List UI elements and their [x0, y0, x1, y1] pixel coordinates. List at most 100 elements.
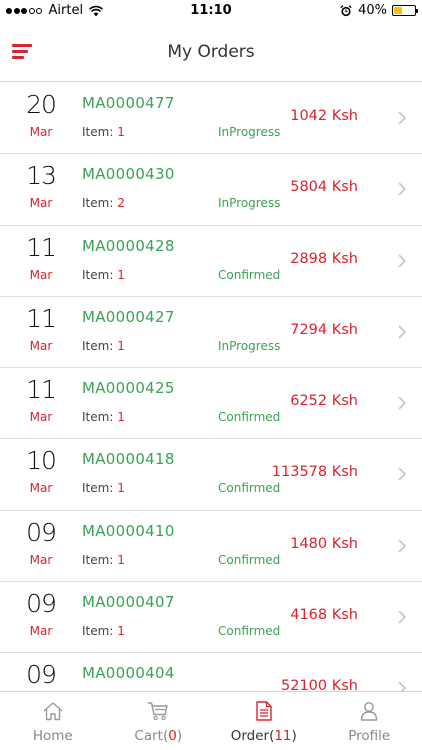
order-status: Confirmed — [218, 624, 281, 639]
tab-home[interactable]: Home — [0, 692, 106, 750]
order-month: Mar — [29, 552, 53, 567]
order-day: 11 — [26, 303, 57, 333]
status-right: 40% — [340, 3, 418, 18]
chevron-right-icon — [398, 254, 406, 268]
chevron-right-icon — [398, 610, 406, 624]
chevron-right-icon — [398, 681, 406, 691]
order-row[interactable]: 09 Mar MA0000410 Item: 1 Confirmed 1480 Ksh — [0, 511, 422, 583]
alarm-icon — [340, 4, 352, 16]
chevron-right-icon — [398, 467, 406, 482]
order-amount: 1042 Ksh — [290, 108, 358, 124]
order-month: Mar — [29, 338, 53, 353]
chevron-right-icon — [398, 182, 406, 196]
order-row[interactable]: 09MarMA000040452100 Ksh — [0, 653, 422, 691]
order-status: Confirmed — [218, 267, 281, 282]
tab-bar: Home Cart(0) Order(11) Profile — [0, 691, 422, 750]
order-day: 13 — [26, 161, 57, 191]
order-item-info: Item: 1 — [82, 624, 125, 638]
order-item-info: Item: 1 — [82, 339, 125, 353]
order-day: 09 — [26, 589, 57, 619]
order-id: MA0000410 — [82, 521, 175, 540]
order-month: Mar — [29, 410, 53, 425]
order-item-info: Item: 1 — [82, 553, 125, 567]
order-status: InProgress — [218, 125, 281, 139]
order-amount: 4168 Ksh — [290, 607, 358, 624]
order-day: 09 — [26, 660, 57, 690]
tab-home-label: Home — [32, 728, 73, 744]
order-row[interactable]: 20 Mar MA0000477 Item: 1 InProgress 1042 Ksh — [0, 83, 422, 155]
item-label: Item: — [82, 410, 114, 425]
order-amount: 5804 Ksh — [290, 179, 358, 196]
order-item-info: Item: 1 — [82, 125, 125, 139]
tab-profile[interactable]: Profile — [317, 692, 422, 750]
tab-order[interactable]: Order(11) — [211, 692, 317, 750]
item-label: Item: — [82, 125, 114, 139]
item-label: Item: — [82, 196, 114, 211]
order-row[interactable]: 11 Mar MA0000428 Item: 1 Confirmed 2898 Ksh — [0, 226, 422, 297]
chevron-right-icon — [398, 396, 406, 410]
item-label: Item: — [82, 338, 114, 353]
order-amount: 2898 Ksh — [290, 250, 358, 267]
page-title: My Orders — [167, 42, 255, 62]
item-count: 1 — [117, 125, 125, 139]
order-day: 09 — [26, 517, 57, 547]
order-id: MA0000407 — [82, 593, 175, 612]
order-document-icon — [256, 701, 272, 721]
battery-percent: 40% — [358, 3, 387, 18]
tab-cart-label: Cart(0) — [134, 728, 183, 744]
item-label: Item: — [82, 481, 114, 496]
order-month: Mar — [29, 267, 53, 282]
item-label: Item: — [82, 624, 114, 639]
item-count: 1 — [117, 410, 125, 425]
order-day: 20 — [26, 90, 57, 119]
order-amount: 7294 Ksh — [290, 321, 358, 338]
order-amount: 113578 Ksh — [271, 464, 358, 481]
order-status: InProgress — [218, 338, 281, 353]
item-label: Item: — [82, 267, 114, 282]
tab-cart[interactable]: Cart(0) — [106, 692, 212, 750]
order-month: Mar — [29, 196, 53, 211]
order-amount: 52100 Ksh — [281, 678, 358, 691]
order-status: Confirmed — [218, 552, 281, 567]
order-day: 11 — [26, 375, 57, 405]
chevron-right-icon — [398, 111, 406, 125]
chevron-right-icon — [398, 325, 406, 339]
order-row[interactable]: 09 Mar MA0000407 Item: 1 Confirmed 4168 Ksh — [0, 582, 422, 654]
order-amount: 1480 Ksh — [290, 535, 358, 552]
order-id: MA0000428 — [82, 236, 175, 255]
navigation-bar: My Orders — [0, 22, 422, 82]
chevron-right-icon — [398, 539, 406, 553]
item-count: 1 — [117, 552, 125, 567]
item-count: 1 — [117, 267, 125, 282]
order-day: 10 — [26, 446, 57, 476]
order-row[interactable]: 11 Mar MA0000427 Item: 1 InProgress 7294 Ksh — [0, 297, 422, 369]
battery-icon — [392, 5, 418, 16]
orders-list[interactable]: 20 Mar MA0000477 Item: 1 InProgress 1042 Ksh 1… — [0, 83, 422, 691]
order-row[interactable]: 11 Mar MA0000425 Item: 1 Confirmed 6252 Ksh — [0, 368, 422, 440]
order-item-info: Item: 1 — [82, 268, 125, 282]
item-label: Item: — [82, 552, 114, 567]
order-id: MA0000418 — [82, 450, 175, 469]
order-item-info: Item: 1 — [82, 481, 125, 495]
order-id: MA0000427 — [82, 307, 175, 326]
order-item-info: Item: 1 — [82, 410, 125, 424]
order-day: 11 — [26, 232, 57, 262]
tab-order-label: Order(11) — [230, 728, 297, 744]
cart-icon — [148, 702, 168, 721]
profile-icon — [361, 702, 378, 721]
order-row[interactable]: 13 Mar MA0000430 Item: 2 InProgress 5804 Ksh — [0, 154, 422, 226]
tab-profile-label: Profile — [348, 728, 391, 744]
item-count: 1 — [117, 481, 125, 496]
home-icon — [43, 702, 63, 721]
item-count: 1 — [117, 624, 125, 639]
cart-count: 0 — [168, 728, 177, 744]
order-count: 11 — [274, 728, 292, 744]
order-status: Confirmed — [218, 410, 281, 425]
status-bar: Airtel 11:10 40% — [0, 0, 422, 22]
order-row[interactable]: 10 Mar MA0000418 Item: 1 Confirmed 113578 Ksh — [0, 439, 422, 511]
order-month: Mar — [29, 481, 53, 496]
order-status: InProgress — [218, 196, 281, 211]
order-id: MA0000404 — [82, 664, 175, 683]
battery-level-fill — [394, 7, 402, 14]
order-id: MA0000430 — [82, 165, 175, 184]
